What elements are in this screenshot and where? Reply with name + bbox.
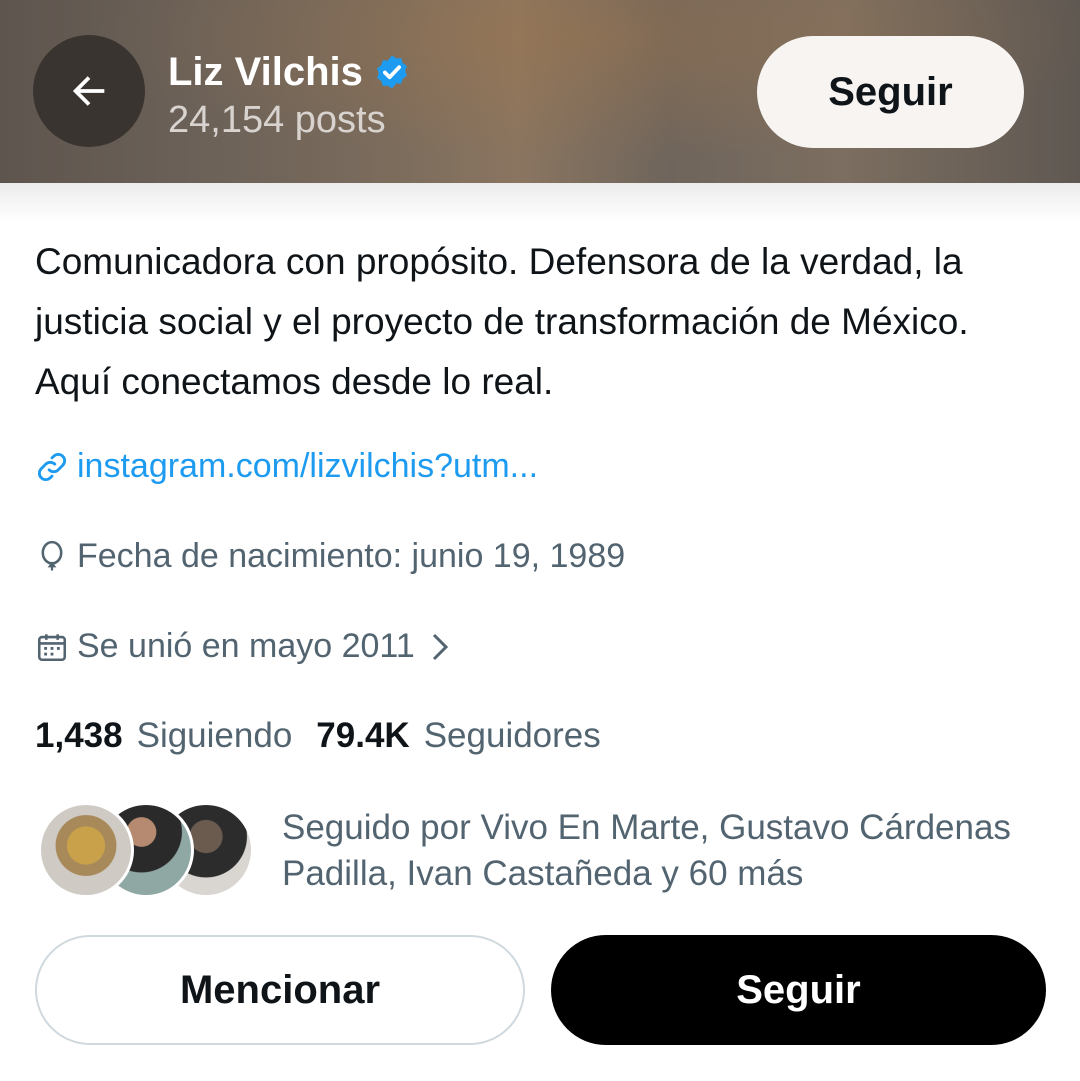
verified-badge-icon <box>377 55 407 89</box>
header-follow-button[interactable]: Seguir <box>757 36 1024 148</box>
balloon-icon <box>41 540 63 570</box>
profile-link[interactable]: instagram.com/lizvilchis?utm... <box>77 447 538 486</box>
following-count[interactable]: 1,438 <box>35 716 123 756</box>
header-shadow <box>0 183 1080 223</box>
profile-link-row[interactable]: instagram.com/lizvilchis?utm... <box>35 447 538 486</box>
joined-text: Se unió en mayo 2011 <box>77 627 415 665</box>
profile-name: Liz Vilchis <box>168 50 363 94</box>
birthday-row: Fecha de nacimiento: junio 19, 1989 <box>35 537 625 576</box>
joined-row[interactable]: Se unió en mayo 2011 <box>35 627 451 666</box>
followed-by-text[interactable]: Seguido por Vivo En Marte, Gustavo Cárde… <box>282 805 1052 897</box>
profile-bio: Comunicadora con propósito. Defensora de… <box>35 241 969 402</box>
post-count: 24,154 posts <box>168 99 386 141</box>
following-label[interactable]: Siguiendo <box>137 716 293 756</box>
followers-you-know-avatars[interactable] <box>38 802 258 898</box>
follow-button[interactable]: Seguir <box>551 935 1046 1045</box>
arrow-left-icon <box>72 76 105 106</box>
header-title: Liz Vilchis 24,154 posts <box>168 50 411 144</box>
calendar-icon <box>37 633 67 661</box>
followers-count[interactable]: 79.4K <box>316 716 409 756</box>
chevron-right-icon <box>432 633 448 660</box>
link-icon <box>38 452 66 481</box>
birthday-text: Fecha de nacimiento: junio 19, 1989 <box>77 537 626 575</box>
follow-stats: 1,438 Siguiendo 79.4K Seguidores <box>35 716 625 756</box>
back-button[interactable] <box>33 35 145 147</box>
avatar <box>38 802 134 898</box>
mention-button[interactable]: Mencionar <box>35 935 525 1045</box>
followers-label[interactable]: Seguidores <box>424 716 601 756</box>
